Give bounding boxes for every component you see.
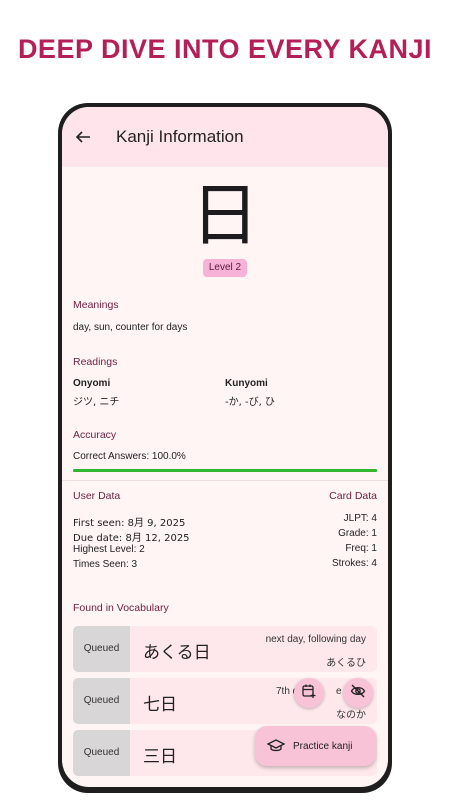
vocab-word: あくる日 — [143, 643, 211, 663]
freq-value: Freq: 1 — [345, 543, 377, 554]
vocabulary-title: Found in Vocabulary — [73, 602, 169, 614]
highest-level: Highest Level: 2 — [73, 544, 145, 555]
graduation-cap-icon — [267, 738, 285, 754]
kanji-character: 日 — [190, 177, 259, 256]
strokes-value: Strokes: 4 — [331, 558, 377, 569]
meanings-text: day, sun, counter for days — [73, 322, 188, 333]
onyomi-value: ジツ, ニチ — [73, 397, 120, 408]
readings-title: Readings — [73, 356, 118, 368]
vocab-word: 七日 — [143, 695, 177, 715]
vocab-row[interactable]: Queued あくる日 next day, following day あくるひ — [73, 626, 377, 672]
promo-headline: DEEP DIVE INTO EVERY KANJI — [17, 34, 433, 64]
user-data-title: User Data — [73, 490, 121, 502]
eye-off-icon — [350, 683, 366, 704]
vocab-word: 三日 — [143, 747, 177, 767]
vocab-status: Queued — [73, 626, 130, 672]
vocab-status: Queued — [73, 678, 130, 724]
calendar-add-icon — [301, 683, 317, 704]
onyomi-label: Onyomi — [73, 378, 111, 389]
card-data-title: Card Data — [329, 490, 377, 502]
due-date: Due date: 8月 12, 2025 — [73, 533, 190, 544]
kunyomi-label: Kunyomi — [225, 378, 268, 389]
app-bar: Kanji Information — [62, 107, 388, 167]
jlpt-value: JLPT: 4 — [343, 513, 377, 524]
accuracy-text: Correct Answers: 100.0% — [73, 451, 186, 462]
back-arrow-icon[interactable] — [72, 126, 94, 148]
vocab-status: Queued — [73, 730, 130, 776]
kunyomi-value: -か, -び, ひ — [225, 397, 275, 408]
practice-kanji-label: Practice kanji — [293, 740, 353, 752]
accuracy-title: Accuracy — [73, 429, 117, 441]
times-seen: Times Seen: 3 — [73, 559, 138, 570]
vocab-reading: あくるひ — [326, 658, 366, 669]
app-screen: Kanji Information 日 Level 2 Meanings day… — [62, 107, 388, 787]
vocab-row[interactable]: Queued 七日 7th da e m なのか — [73, 678, 377, 724]
accuracy-progress-bar — [73, 469, 377, 472]
vocab-meaning: next day, following day — [265, 634, 366, 645]
level-badge: Level 2 — [203, 259, 247, 277]
practice-kanji-button[interactable]: Practice kanji — [255, 726, 376, 766]
hide-toggle-button[interactable] — [343, 678, 373, 708]
divider — [62, 480, 388, 481]
page-title: Kanji Information — [116, 127, 244, 146]
add-to-calendar-button[interactable] — [294, 678, 324, 708]
grade-value: Grade: 1 — [338, 528, 377, 539]
first-seen: First seen: 8月 9, 2025 — [73, 518, 186, 529]
meanings-title: Meanings — [73, 299, 119, 311]
vocab-reading: なのか — [336, 710, 366, 721]
